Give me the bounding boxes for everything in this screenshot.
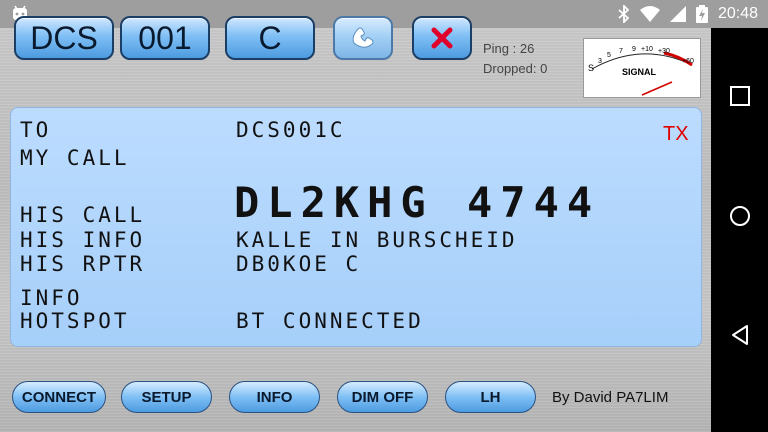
wifi-icon bbox=[639, 6, 660, 22]
info-button[interactable]: INFO bbox=[229, 381, 320, 413]
meter-label: SIGNAL bbox=[622, 67, 657, 77]
hotspot-value: BT CONNECTED bbox=[236, 309, 424, 333]
recents-icon[interactable] bbox=[728, 84, 752, 108]
close-icon bbox=[431, 27, 453, 49]
phone-icon bbox=[352, 27, 374, 48]
ping-text: Ping : 26 bbox=[483, 41, 535, 56]
battery-icon bbox=[695, 5, 708, 23]
setup-button[interactable]: SETUP bbox=[121, 381, 212, 413]
dim-button[interactable]: DIM OFF bbox=[337, 381, 428, 413]
hiscall-value: DL2KHG 4744 bbox=[234, 178, 601, 227]
connection-stats: Ping : 26 Dropped: 0 bbox=[483, 39, 547, 79]
hisrptr-label: HIS RPTR bbox=[20, 252, 146, 276]
svg-text:9: 9 bbox=[632, 46, 636, 53]
back-icon[interactable] bbox=[728, 323, 752, 347]
connect-button[interactable]: CONNECT bbox=[12, 381, 106, 413]
to-value: DCS001C bbox=[236, 118, 346, 142]
mode-button[interactable]: DCS bbox=[14, 16, 114, 60]
hotspot-label: HOTSPOT bbox=[20, 309, 130, 333]
tx-indicator: TX bbox=[663, 123, 689, 145]
signal-icon bbox=[669, 6, 686, 22]
call-button[interactable] bbox=[333, 16, 393, 60]
signal-meter: S 3 5 7 9 +10 +30 +60 SIGNAL bbox=[583, 38, 701, 98]
author-credit: By David PA7LIM bbox=[552, 389, 669, 406]
lh-button[interactable]: LH bbox=[445, 381, 536, 413]
svg-text:+30: +30 bbox=[658, 48, 670, 55]
hisrptr-value: DB0KOE C bbox=[236, 252, 362, 276]
svg-text:+10: +10 bbox=[641, 46, 653, 53]
meter-needle bbox=[641, 81, 673, 96]
hisinfo-label: HIS INFO bbox=[20, 228, 146, 252]
cancel-button[interactable] bbox=[412, 16, 472, 60]
meter-scale-s: S bbox=[588, 63, 594, 73]
to-label: TO bbox=[20, 118, 52, 142]
hisinfo-value: KALLE IN BURSCHEID bbox=[236, 228, 518, 252]
svg-text:5: 5 bbox=[607, 52, 611, 59]
bluetooth-icon bbox=[618, 5, 630, 23]
dropped-text: Dropped: 0 bbox=[483, 61, 548, 76]
svg-text:7: 7 bbox=[619, 48, 623, 55]
mycall-label: MY CALL bbox=[20, 146, 130, 170]
info-label: INFO bbox=[20, 286, 83, 310]
svg-text:3: 3 bbox=[598, 58, 602, 65]
number-button[interactable]: 001 bbox=[120, 16, 210, 60]
navigation-bar bbox=[711, 28, 768, 432]
module-button[interactable]: C bbox=[225, 16, 315, 60]
home-icon[interactable] bbox=[728, 204, 752, 228]
svg-text:+60: +60 bbox=[682, 58, 694, 65]
clock: 20:48 bbox=[717, 5, 758, 22]
hiscall-label: HIS CALL bbox=[20, 203, 146, 227]
